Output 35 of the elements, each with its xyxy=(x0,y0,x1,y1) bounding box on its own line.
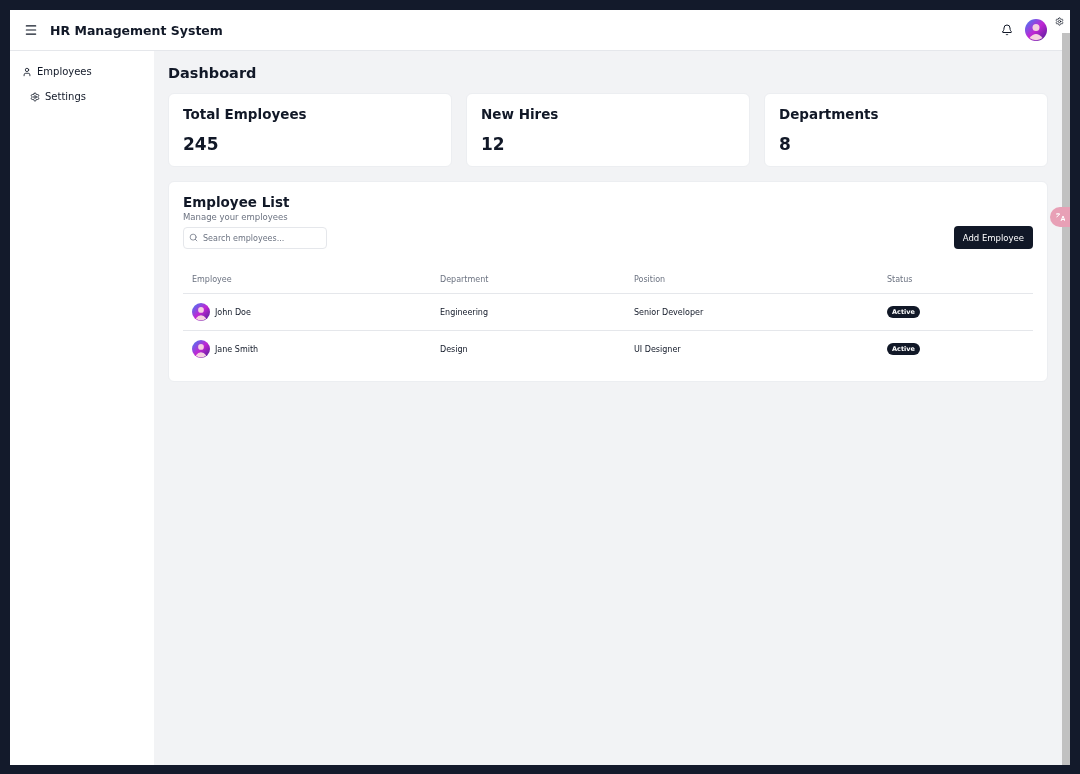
settings-icon xyxy=(30,91,40,102)
table-cell-text: Engineering xyxy=(440,307,489,317)
table-cell-text: Design xyxy=(440,344,469,354)
translate-icon xyxy=(1055,212,1065,222)
sidebar-item[interactable]: Employees xyxy=(10,61,154,82)
table-cell-text: Senior Developer xyxy=(634,307,705,317)
app-title: HR Management System xyxy=(50,22,224,38)
table-cell: John Doe xyxy=(215,307,251,317)
table-cell: Jane Smith xyxy=(215,344,259,354)
menu-icon[interactable] xyxy=(24,23,38,37)
stat-value: 245 xyxy=(183,134,220,154)
column-header: Position xyxy=(634,274,667,284)
stat-label: Departments xyxy=(779,106,880,122)
notification-bell-icon[interactable] xyxy=(1001,24,1013,36)
scrollbar[interactable] xyxy=(1062,33,1070,765)
column-header: Employee xyxy=(192,274,233,284)
stat-label: New Hires xyxy=(481,106,560,122)
page-title: Dashboard xyxy=(168,65,258,81)
add-employee-button[interactable]: Add Employee xyxy=(953,226,1033,249)
search-icon xyxy=(189,233,198,242)
section-title: Employee List xyxy=(183,194,291,210)
stat-value: 12 xyxy=(481,134,506,154)
avatar xyxy=(192,303,210,321)
column-header: Status xyxy=(887,274,914,284)
avatar xyxy=(1025,19,1047,41)
search-field[interactable]: Search employees... xyxy=(183,227,327,249)
column-header: Department xyxy=(440,274,490,284)
settings-icon xyxy=(1054,16,1064,26)
stat-label: Total Employees xyxy=(183,106,308,122)
sidebar-item[interactable]: Settings xyxy=(10,86,154,107)
stat-value: 8 xyxy=(779,134,792,154)
avatar xyxy=(192,340,210,358)
section-subtitle: Manage your employees xyxy=(183,212,289,222)
table-cell-text: UI Designer xyxy=(634,344,682,354)
user-icon xyxy=(22,66,32,77)
